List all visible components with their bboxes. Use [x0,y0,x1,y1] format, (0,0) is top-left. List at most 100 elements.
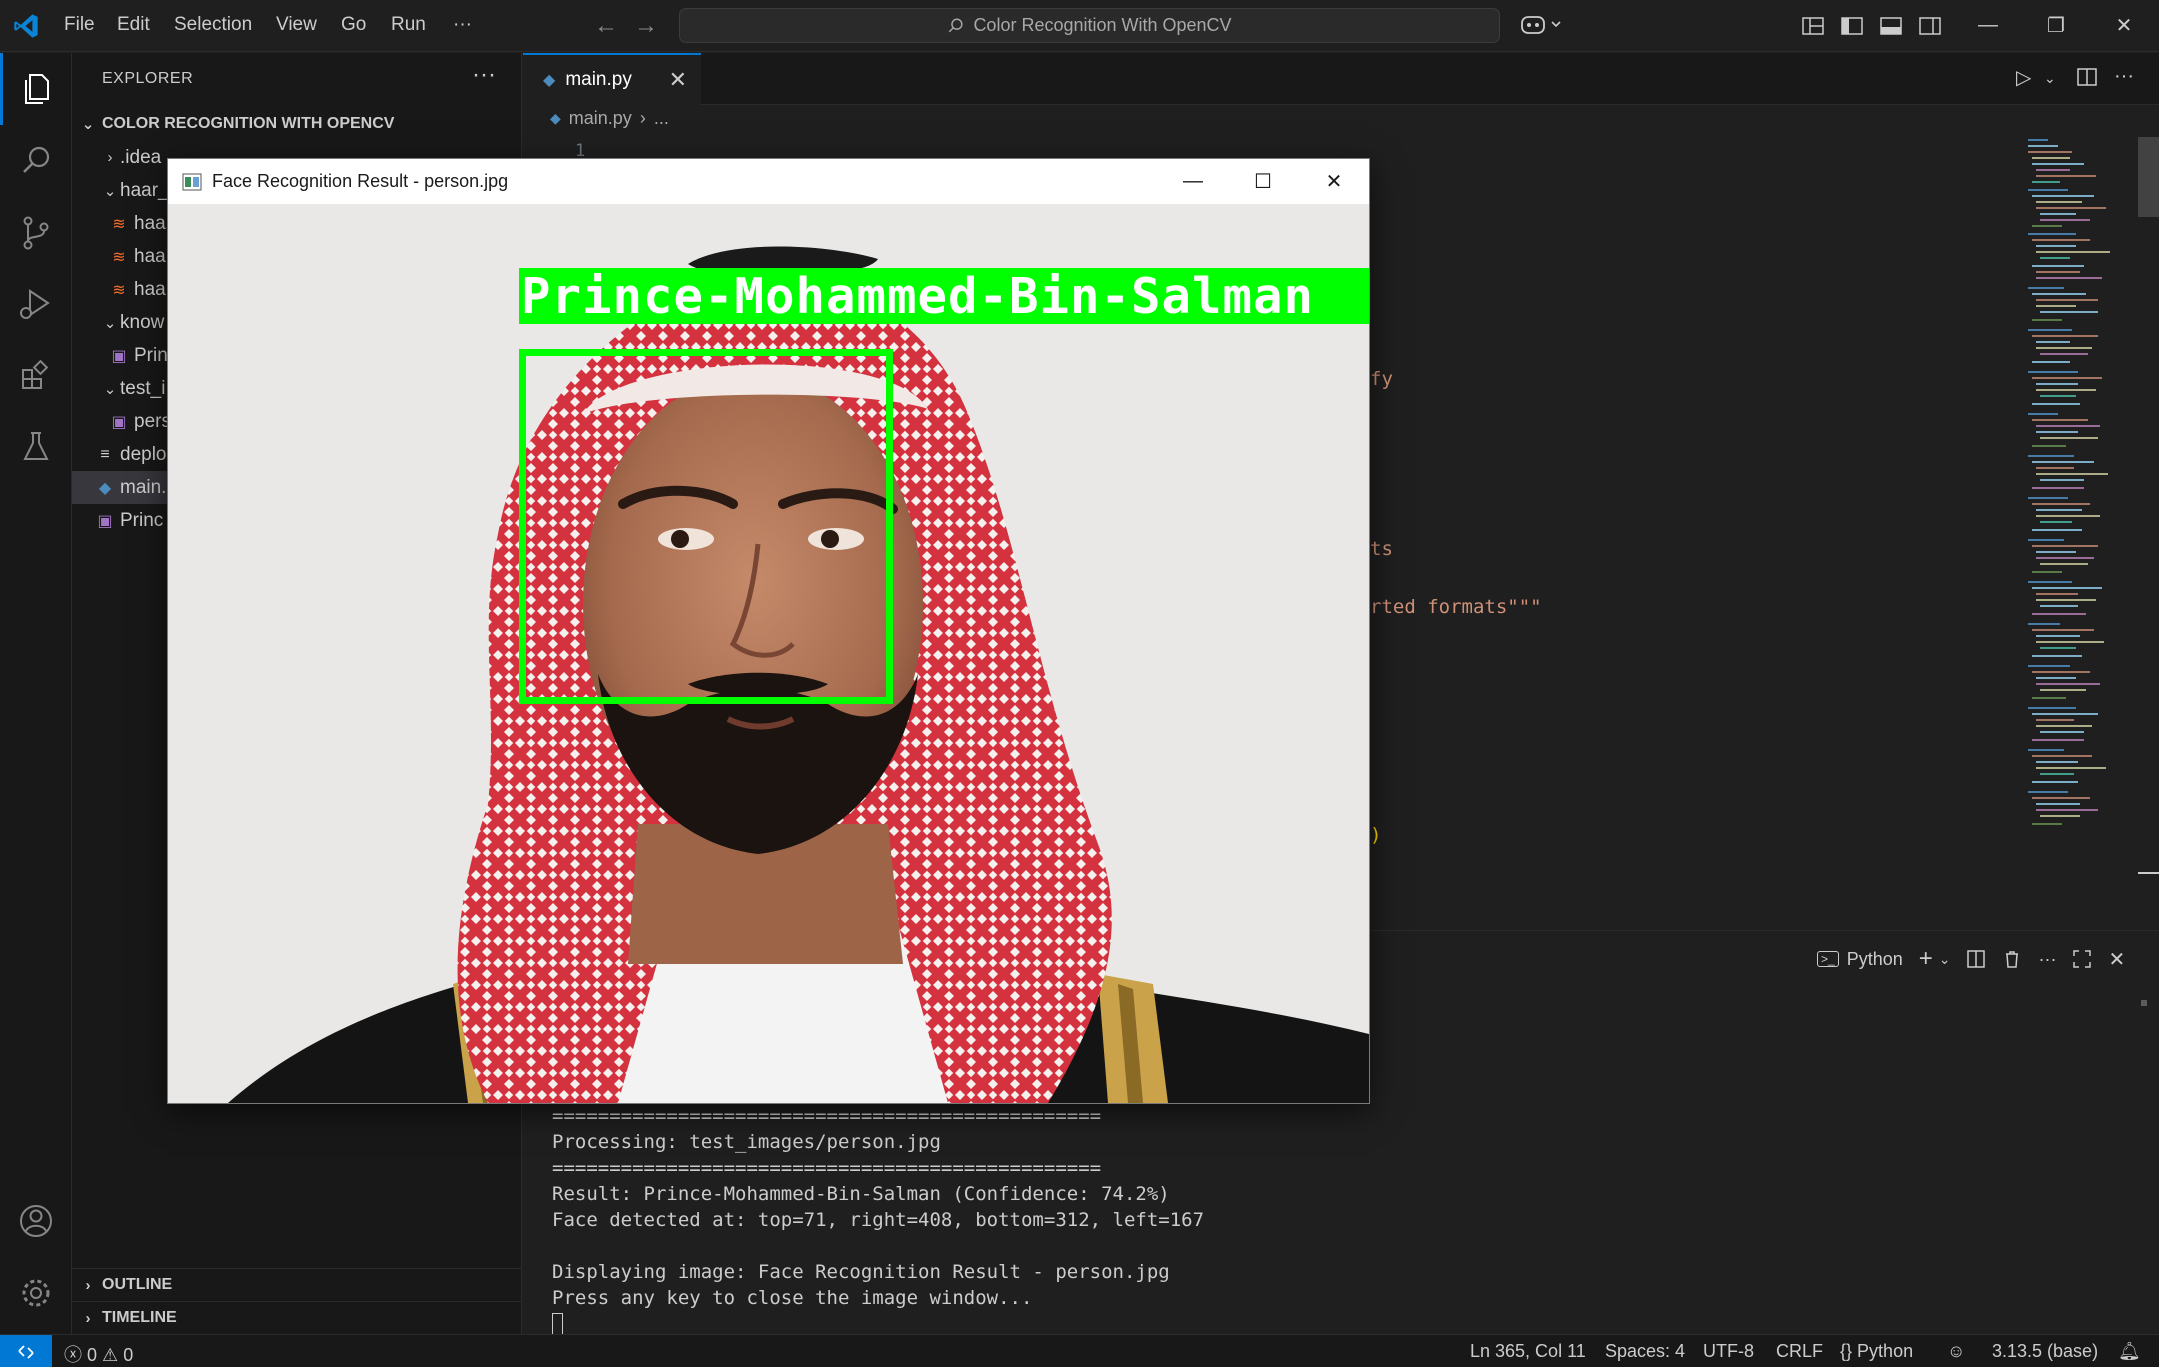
editor-scrollbar[interactable] [2138,137,2159,217]
chevron-right-icon: › [85,1309,91,1327]
editor-more-icon[interactable]: ··· [2114,65,2134,88]
face-detection-box [519,349,893,704]
command-center[interactable]: Color Recognition With OpenCV [679,8,1500,43]
tree-item-label: know [120,311,165,333]
maximize-panel-icon[interactable] [2072,949,2092,969]
errors-status[interactable]: ⓧ 0 ⚠ 0 [64,1341,133,1367]
terminal-line: ========================================… [552,1157,1102,1179]
detection-label-background: Prince-Mohammed-Bin-Salman [519,268,1369,324]
project-folder-header[interactable]: ⌄ COLOR RECOGNITION WITH OPENCV [72,107,522,141]
close-panel-icon[interactable]: ✕ [2108,947,2125,972]
menu-selection[interactable]: Selection [174,14,252,36]
opencv-window-titlebar[interactable]: Face Recognition Result - person.jpg — ☐… [168,159,1369,204]
terminal-cursor [552,1312,563,1337]
remote-indicator-button[interactable] [0,1335,52,1367]
source-control-icon[interactable] [16,213,56,253]
opencv-image-window[interactable]: Face Recognition Result - person.jpg — ☐… [167,158,1370,1104]
terminal-icon[interactable]: >_ [1817,951,1839,967]
toggle-secondary-sidebar-icon[interactable] [1917,13,1943,39]
language-label: Python [1857,1341,1914,1361]
terminal-scroll-marker [2141,1000,2147,1006]
menu-go[interactable]: Go [341,14,366,36]
settings-gear-icon[interactable] [16,1273,56,1313]
restore-button[interactable]: ❐ [2036,8,2076,42]
indentation-status[interactable]: Spaces: 4 [1605,1341,1685,1362]
breadcrumb-symbol[interactable]: ... [654,108,669,129]
minimize-button[interactable]: — [1968,8,2008,42]
terminal-line: Processing: test_images/person.jpg [552,1131,941,1153]
toggle-primary-sidebar-icon[interactable] [1839,13,1865,39]
tree-item-label: haa [134,278,166,300]
language-mode[interactable]: {} Python [1840,1341,1913,1362]
menu-file[interactable]: File [64,14,95,36]
scroll-position-marker [2138,872,2159,874]
outline-label: OUTLINE [102,1276,173,1293]
close-window-button[interactable]: ✕ [2104,8,2144,42]
xml-file-icon: ≋ [112,248,126,266]
tab-main-py[interactable]: ◆ main.py ✕ [523,53,701,105]
panel-more-icon[interactable]: ··· [2038,949,2056,970]
eol-status[interactable]: CRLF [1776,1341,1823,1362]
image-file-icon: ▣ [111,413,127,431]
extensions-icon[interactable] [16,355,56,395]
split-editor-icon[interactable] [2076,66,2098,88]
terminal-output[interactable]: ========================================… [552,1103,1204,1337]
new-terminal-icon[interactable]: + [1919,945,1933,973]
explorer-icon[interactable] [16,69,56,109]
terminal-dropdown-icon[interactable]: ⌄ [1939,951,1951,968]
vscode-logo-icon [14,14,38,38]
opencv-close-button[interactable]: ✕ [1299,159,1369,204]
cursor-position[interactable]: Ln 365, Col 11 [1470,1341,1586,1362]
activity-bar [0,53,72,1334]
tree-item-label: .idea [120,146,162,168]
tab-label: main.py [565,69,632,90]
run-dropdown-icon[interactable]: ⌄ [2044,70,2056,87]
breadcrumb-file[interactable]: main.py [569,108,632,129]
menu-edit[interactable]: Edit [117,14,150,36]
back-arrow-icon[interactable]: ← [594,12,618,40]
search-sidebar-icon[interactable] [16,141,56,181]
status-bar: ⓧ 0 ⚠ 0 Ln 365, Col 11 Spaces: 4 UTF-8 C… [0,1334,2159,1367]
terminal-line: ========================================… [552,1105,1102,1127]
chevron-down-icon: ⌄ [103,380,117,398]
panel-toolbar: >_ Python + ⌄ ··· ✕ [1817,944,2125,974]
customize-layout-icon[interactable] [1800,13,1826,39]
python-interpreter[interactable]: 3.13.5 (base) [1992,1341,2098,1362]
toggle-panel-icon[interactable] [1878,13,1904,39]
tree-item-label: haa [134,245,166,267]
explorer-more-button[interactable]: ··· [472,61,496,89]
copilot-status-icon[interactable]: ☺ [1947,1341,1965,1362]
xml-file-icon: ≋ [112,281,126,299]
image-file-icon: ▣ [111,347,127,365]
encoding-status[interactable]: UTF-8 [1703,1341,1754,1362]
run-debug-icon[interactable] [16,283,56,323]
outline-section[interactable]: › OUTLINE [72,1268,522,1301]
notifications-bell-icon[interactable]: 🔔︎ [2118,1341,2141,1362]
menu-more[interactable]: ··· [453,14,472,36]
opencv-minimize-button[interactable]: — [1158,159,1228,204]
tree-item-label: Princ [120,509,164,531]
copilot-icon[interactable] [1518,10,1566,40]
tree-item-label: main. [120,476,167,498]
warning-count: 0 [123,1345,134,1365]
terminal-line: Displaying image: Face Recognition Resul… [552,1261,1170,1283]
minimap[interactable] [2024,137,2139,877]
menu-run[interactable]: Run [391,14,426,36]
close-tab-icon[interactable]: ✕ [669,67,687,93]
account-icon[interactable] [16,1201,56,1241]
command-center-label: Color Recognition With OpenCV [973,15,1232,35]
menu-view[interactable]: View [276,14,317,36]
terminal-profile-label[interactable]: Python [1847,949,1903,970]
opencv-maximize-button[interactable]: ☐ [1228,159,1298,204]
timeline-section[interactable]: › TIMELINE [72,1301,522,1334]
split-terminal-icon[interactable] [1966,949,1986,969]
terminal-line: Result: Prince-Mohammed-Bin-Salman (Conf… [552,1183,1170,1205]
image-window-icon [182,173,202,190]
trash-icon[interactable] [2002,949,2022,969]
chevron-down-icon: ⌄ [103,314,117,332]
run-file-icon[interactable]: ▷ [2016,65,2031,90]
testing-flask-icon[interactable] [16,427,56,467]
python-file-icon: ◆ [543,72,556,89]
forward-arrow-icon[interactable]: → [634,12,658,40]
breadcrumb-separator: › [639,108,646,128]
